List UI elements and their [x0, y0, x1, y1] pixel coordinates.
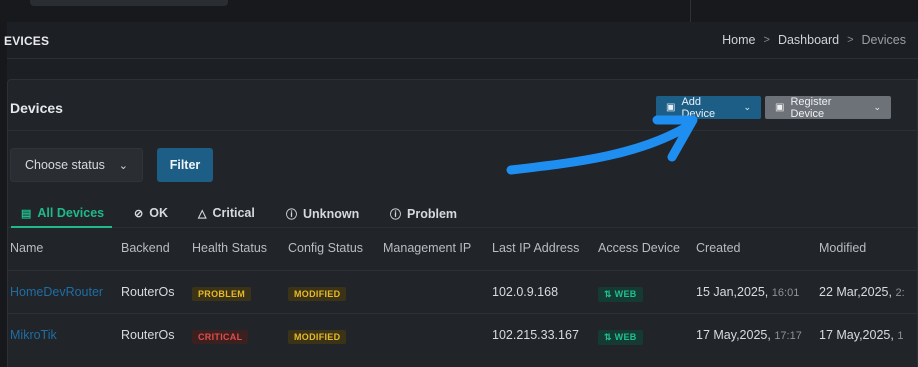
document-plus-icon: ▣: [666, 102, 676, 113]
table-header: Name Backend Health Status Config Status…: [8, 236, 918, 270]
chevron-down-icon: ⌄: [118, 159, 128, 172]
modified-date: 22 Mar,2025,: [819, 285, 892, 299]
config-status-badge: MODIFIED: [288, 287, 347, 301]
config-status-badge: MODIFIED: [288, 330, 347, 344]
chevron-down-icon: ⌄: [873, 102, 881, 112]
page-title: EVICES: [4, 34, 50, 48]
info-circle-icon: ⓘ: [390, 209, 401, 221]
top-divider: [690, 0, 691, 22]
last-ip-cell: 102.0.9.168: [492, 285, 559, 299]
check-circle-icon: ⊘: [134, 207, 144, 220]
card-header-divider: [8, 130, 918, 131]
tab-problem[interactable]: ⓘ Problem: [390, 206, 457, 222]
backend-cell: RouterOs: [121, 285, 175, 299]
created-time: 17:17: [774, 330, 802, 342]
add-device-button[interactable]: ▣ Add Device ⌄: [656, 95, 761, 120]
table-row[interactable]: HomeDevRouter RouterOs PROBLEM MODIFIED …: [8, 270, 918, 313]
column-header[interactable]: Backend: [121, 241, 170, 255]
column-header[interactable]: Created: [696, 241, 740, 255]
top-search-bar[interactable]: [30, 0, 228, 6]
tab-label: Unknown: [303, 207, 360, 221]
column-header[interactable]: Last IP Address: [492, 241, 579, 255]
device-name-link[interactable]: MikroTik: [10, 328, 57, 342]
breadcrumb-home[interactable]: Home: [722, 33, 755, 47]
web-access-button[interactable]: ⇅ WEB: [598, 287, 643, 302]
breadcrumb: Home > Dashboard > Devices: [722, 33, 906, 47]
modified-cell: 17 May,2025, 1: [819, 328, 903, 342]
created-date: 17 May,2025,: [696, 328, 771, 342]
tab-critical[interactable]: △ Critical: [198, 206, 255, 220]
left-sidebar-edge: [0, 22, 7, 367]
modified-date: 17 May,2025,: [819, 328, 894, 342]
breadcrumb-dashboard[interactable]: Dashboard: [778, 33, 839, 47]
register-device-button[interactable]: ▣ Register Device ⌄: [765, 95, 891, 120]
tab-label: Critical: [212, 206, 255, 220]
tab-unknown[interactable]: ⓘ Unknown: [286, 206, 359, 222]
column-header[interactable]: Config Status: [288, 241, 363, 255]
modified-cell: 22 Mar,2025, 2:: [819, 285, 905, 299]
web-access-label: WEB: [614, 289, 637, 299]
warning-triangle-icon: △: [198, 207, 207, 220]
document-plus-icon: ▣: [775, 102, 785, 113]
device-name-link[interactable]: HomeDevRouter: [10, 285, 103, 299]
modified-time: 2:: [895, 287, 905, 299]
modified-time: 1: [897, 330, 904, 342]
question-circle-icon: ⓘ: [286, 209, 297, 221]
column-header[interactable]: Modified: [819, 241, 866, 255]
backend-cell: RouterOs: [121, 328, 175, 342]
active-tab-indicator: [11, 226, 112, 228]
register-device-label: Register Device: [790, 95, 832, 120]
column-header[interactable]: Name: [10, 241, 43, 255]
devices-card: Devices ▣ Add Device ⌄ ▣ Register Device…: [7, 79, 918, 367]
health-status-badge: PROBLEM: [192, 287, 252, 301]
chevron-right-icon: >: [847, 34, 854, 46]
breadcrumb-devices: Devices: [861, 33, 906, 47]
tab-label: All Devices: [37, 206, 105, 220]
created-cell: 17 May,2025, 17:17: [696, 328, 802, 342]
created-time: 16:01: [771, 287, 800, 299]
chevron-down-icon: ⌄: [743, 102, 751, 112]
table-row[interactable]: MikroTik RouterOs CRITICAL MODIFIED 102.…: [8, 313, 918, 356]
health-status-badge: CRITICAL: [192, 330, 249, 344]
column-header[interactable]: Health Status: [192, 241, 267, 255]
top-bar: [0, 0, 918, 22]
web-access-button[interactable]: ⇅ WEB: [598, 330, 643, 345]
tab-label: OK: [149, 206, 168, 220]
router-icon: ▤: [21, 207, 32, 220]
created-cell: 15 Jan,2025, 16:01: [696, 285, 799, 299]
add-device-label: Add Device: [681, 95, 716, 120]
tab-all-devices[interactable]: ▤ All Devices: [21, 206, 104, 220]
created-date: 15 Jan,2025,: [696, 285, 769, 299]
card-title: Devices: [10, 100, 63, 116]
tab-ok[interactable]: ⊘ OK: [134, 206, 168, 220]
page-header: EVICES Home > Dashboard > Devices: [4, 22, 918, 59]
tab-label: Problem: [407, 207, 458, 221]
column-header[interactable]: Management IP: [383, 241, 471, 255]
last-ip-cell: 102.215.33.167: [492, 328, 579, 342]
status-select-value: Choose status: [25, 158, 105, 172]
status-tabs: ▤ All Devices ⊘ OK △ Critical ⓘ Unknown …: [8, 200, 918, 228]
column-header[interactable]: Access Device: [598, 241, 680, 255]
web-access-label: WEB: [614, 332, 637, 342]
chevron-right-icon: >: [763, 34, 770, 46]
filter-button[interactable]: Filter: [157, 148, 213, 182]
status-select[interactable]: Choose status ⌄: [10, 148, 143, 182]
